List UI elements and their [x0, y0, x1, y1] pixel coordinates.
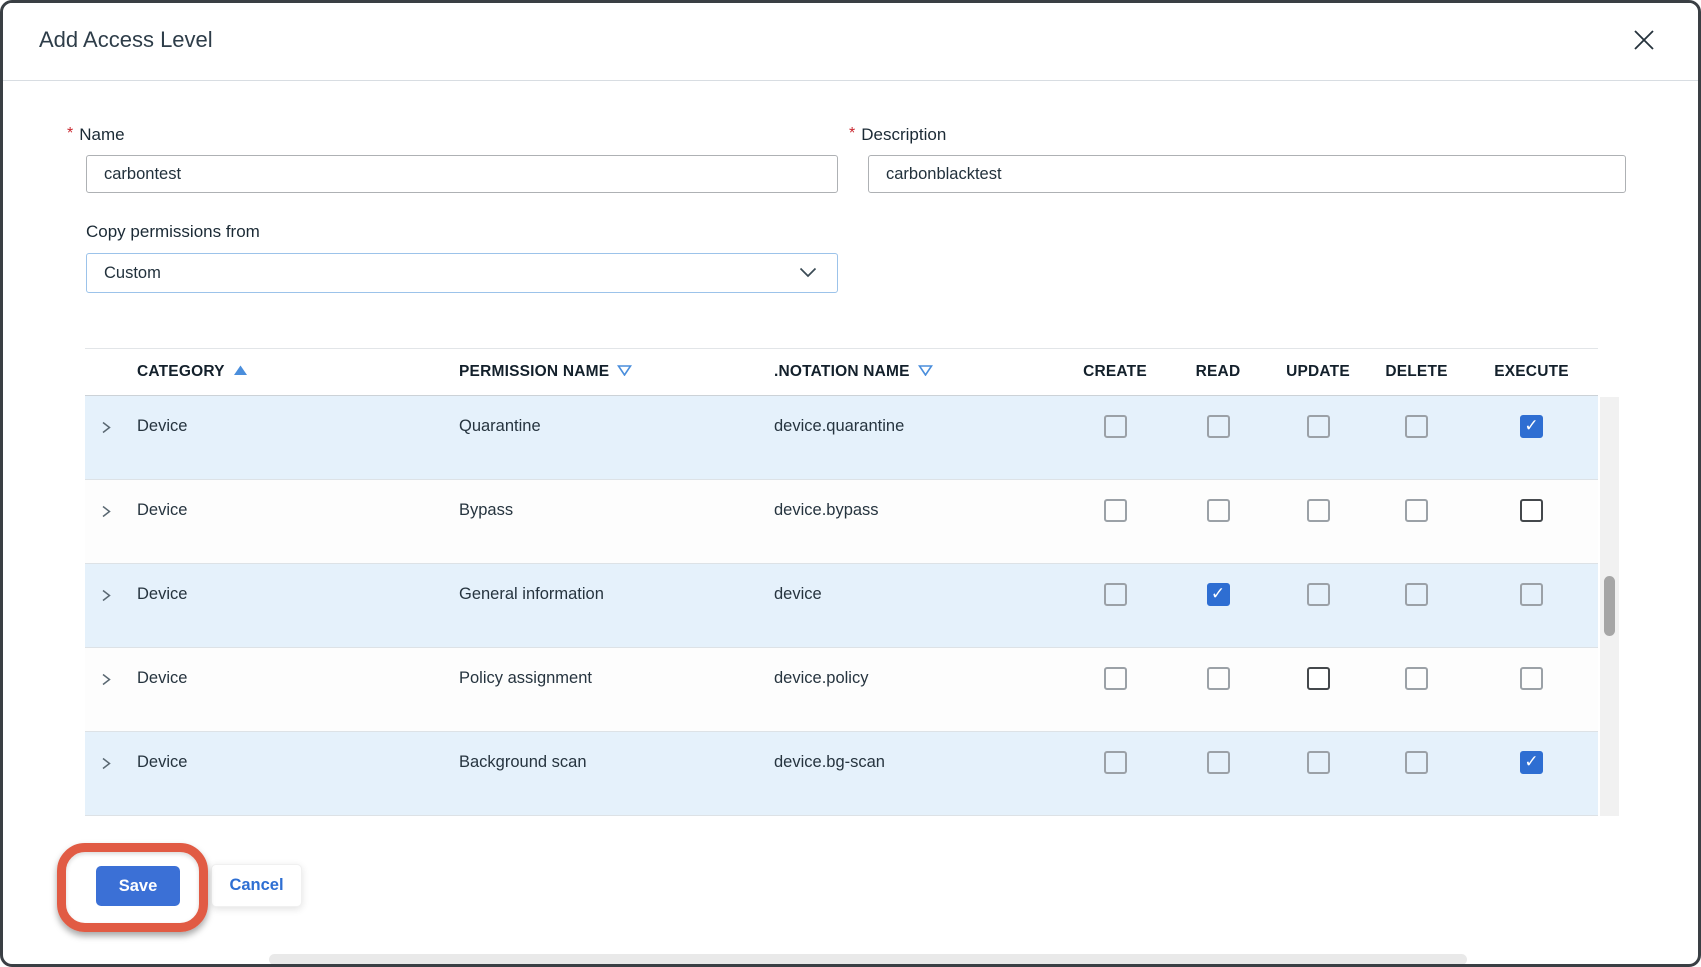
row-notation: device.bg-scan [762, 732, 1062, 815]
update-checkbox[interactable] [1307, 415, 1330, 438]
read-checkbox[interactable] [1207, 415, 1230, 438]
row-category: Device [125, 480, 447, 563]
expand-row-button[interactable] [85, 648, 125, 731]
close-button[interactable] [1624, 21, 1664, 61]
chevron-right-icon [99, 421, 113, 439]
delete-column-header: DELETE [1368, 363, 1465, 381]
chevron-right-icon [99, 757, 113, 775]
update-checkbox[interactable] [1307, 667, 1330, 690]
create-column-header: CREATE [1062, 363, 1168, 381]
table-header-row: CATEGORY PERMISSION NAME .NOTATION NAME … [85, 348, 1598, 396]
execute-checkbox[interactable] [1520, 583, 1543, 606]
category-column-header[interactable]: CATEGORY [125, 363, 447, 381]
execute-column-header: EXECUTE [1465, 363, 1598, 381]
chevron-right-icon [99, 673, 113, 691]
notation-name-column-header[interactable]: .NOTATION NAME [762, 363, 1062, 381]
expand-row-button[interactable] [85, 564, 125, 647]
vertical-scrollbar-thumb[interactable] [1604, 576, 1615, 636]
cancel-button[interactable]: Cancel [211, 864, 302, 907]
filter-sort-icon[interactable] [617, 363, 632, 381]
chevron-right-icon [99, 589, 113, 607]
table-body: Device Quarantine device.quarantine Devi… [85, 396, 1598, 816]
row-permission: Quarantine [447, 396, 762, 479]
name-input[interactable] [86, 155, 838, 193]
delete-checkbox[interactable] [1405, 583, 1428, 606]
expand-row-button[interactable] [85, 396, 125, 479]
permission-name-column-header[interactable]: PERMISSION NAME [447, 363, 762, 381]
table-row: Device Bypass device.bypass [85, 480, 1598, 564]
read-column-header: READ [1168, 363, 1268, 381]
update-checkbox[interactable] [1307, 583, 1330, 606]
delete-checkbox[interactable] [1405, 667, 1428, 690]
execute-checkbox[interactable] [1520, 751, 1543, 774]
sort-ascending-icon[interactable] [233, 363, 248, 381]
chevron-down-icon [799, 264, 817, 283]
update-checkbox[interactable] [1307, 499, 1330, 522]
description-input[interactable] [868, 155, 1626, 193]
vertical-scrollbar[interactable] [1600, 397, 1619, 816]
create-checkbox[interactable] [1104, 415, 1127, 438]
row-notation: device [762, 564, 1062, 647]
copy-permissions-select[interactable]: Custom [86, 253, 838, 293]
execute-checkbox[interactable] [1520, 499, 1543, 522]
read-checkbox[interactable] [1207, 667, 1230, 690]
chevron-right-icon [99, 505, 113, 523]
horizontal-scrollbar[interactable] [269, 954, 1467, 965]
table-row: Device Background scan device.bg-scan [85, 732, 1598, 816]
row-permission: General information [447, 564, 762, 647]
row-category: Device [125, 732, 447, 815]
filter-sort-icon[interactable] [918, 363, 933, 381]
execute-checkbox[interactable] [1520, 667, 1543, 690]
row-category: Device [125, 648, 447, 731]
add-access-level-modal: Add Access Level * Name * Description Co… [0, 0, 1701, 967]
row-notation: device.policy [762, 648, 1062, 731]
row-category: Device [125, 564, 447, 647]
table-row: Device Policy assignment device.policy [85, 648, 1598, 732]
description-label: * Description [849, 125, 946, 145]
read-checkbox[interactable] [1207, 499, 1230, 522]
create-checkbox[interactable] [1104, 667, 1127, 690]
row-permission: Background scan [447, 732, 762, 815]
row-category: Device [125, 396, 447, 479]
name-label: * Name [67, 125, 125, 145]
row-permission: Bypass [447, 480, 762, 563]
required-asterisk: * [67, 125, 73, 143]
create-checkbox[interactable] [1104, 751, 1127, 774]
save-button[interactable]: Save [96, 866, 180, 906]
close-icon [1629, 25, 1659, 58]
row-permission: Policy assignment [447, 648, 762, 731]
execute-checkbox[interactable] [1520, 415, 1543, 438]
table-row: Device Quarantine device.quarantine [85, 396, 1598, 480]
read-checkbox[interactable] [1207, 751, 1230, 774]
create-checkbox[interactable] [1104, 583, 1127, 606]
modal-title: Add Access Level [39, 27, 213, 53]
update-column-header: UPDATE [1268, 363, 1368, 381]
modal-header: Add Access Level [3, 3, 1698, 81]
delete-checkbox[interactable] [1405, 751, 1428, 774]
expand-row-button[interactable] [85, 480, 125, 563]
table-row: Device General information device [85, 564, 1598, 648]
copy-permissions-label: Copy permissions from [86, 222, 260, 242]
permissions-table: CATEGORY PERMISSION NAME .NOTATION NAME … [85, 348, 1598, 816]
row-notation: device.bypass [762, 480, 1062, 563]
create-checkbox[interactable] [1104, 499, 1127, 522]
row-notation: device.quarantine [762, 396, 1062, 479]
selected-option: Custom [104, 264, 161, 283]
update-checkbox[interactable] [1307, 751, 1330, 774]
delete-checkbox[interactable] [1405, 499, 1428, 522]
required-asterisk: * [849, 125, 855, 143]
expand-row-button[interactable] [85, 732, 125, 815]
delete-checkbox[interactable] [1405, 415, 1428, 438]
read-checkbox[interactable] [1207, 583, 1230, 606]
